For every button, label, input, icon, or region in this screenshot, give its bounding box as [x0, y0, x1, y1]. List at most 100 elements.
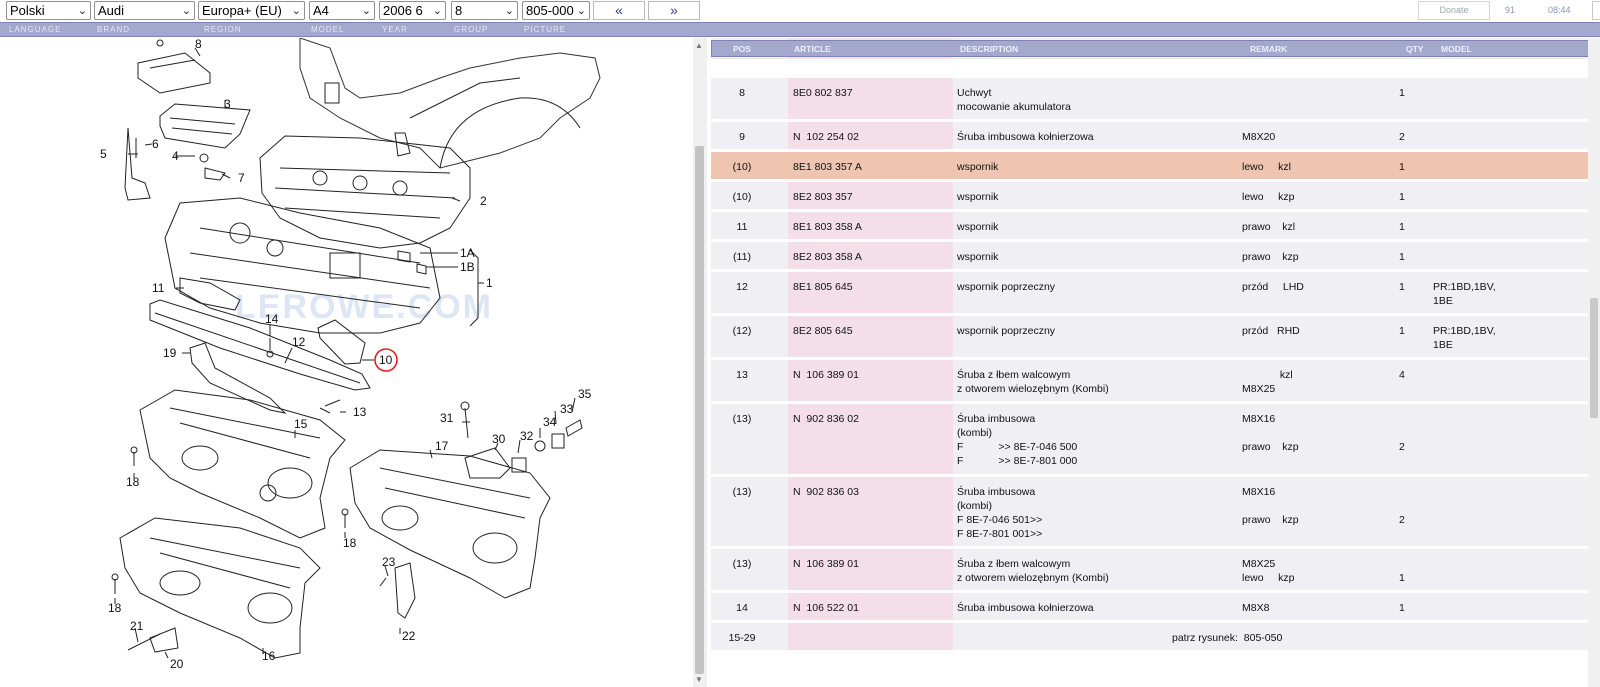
callout-label: 11	[152, 281, 165, 295]
remark-cell: prawo kzl	[1242, 221, 1296, 233]
table-row[interactable]: (13) N 902 836 02 Śruba imbusowa (kombi) F…	[711, 404, 1597, 477]
table-row[interactable]: 13 N 106 389 01 Śruba z łbem walcowym z ot…	[711, 360, 1597, 404]
article-cell[interactable]: 8E2 805 645	[793, 324, 853, 338]
diagram-scrollbar[interactable]: ▲ ▼	[693, 38, 707, 687]
col-header-remark: REMARK	[1250, 44, 1288, 54]
callout-label: 17	[435, 439, 449, 453]
table-row[interactable]: 11 8E1 803 358 A wspornik prawo kzl 1	[711, 212, 1597, 242]
description-cell: wspornik	[957, 161, 999, 173]
description-cell: Uchwyt mocowanie akumulatora	[957, 87, 1071, 113]
callout-label: 18	[108, 601, 122, 615]
table-row[interactable]: (11) 8E2 803 358 A wspornik prawo kzp 1	[711, 242, 1597, 272]
article-cell[interactable]: N 106 522 01	[793, 601, 859, 615]
prev-picture-button[interactable]: «	[593, 1, 645, 20]
article-cell[interactable]: 8E1 803 357 A	[793, 160, 862, 174]
table-scrollbar[interactable]	[1588, 38, 1600, 687]
table-row[interactable]: (13) N 902 836 03 Śruba imbusowa (kombi) F…	[711, 477, 1597, 549]
table-row[interactable]: (10) 8E1 803 357 A wspornik lewo kzl 1	[711, 152, 1597, 182]
qty-cell: 2	[1399, 514, 1405, 526]
pos-cell: (10)	[732, 191, 752, 203]
parts-table-pane: (7)8E0 803 401ogranicznikkzp188E0 802 83…	[711, 38, 1598, 687]
scroll-down-arrow-icon[interactable]: ▼	[695, 675, 703, 684]
year-select[interactable]: 2006 6 ⌄	[379, 1, 446, 20]
remark-cell: M8X8	[1242, 602, 1270, 614]
table-row[interactable]: 8 8E0 802 837 Uchwyt mocowanie akumulatora…	[711, 78, 1597, 122]
pos-cell: (13)	[732, 558, 752, 570]
chevron-down-icon: ⌄	[432, 5, 442, 17]
parts-diagram-pane: LEROWE.COM 8 3 6 5 4 7 2 1A 1B 1 11 14 1…	[0, 38, 693, 687]
next-picture-button[interactable]: »	[648, 1, 700, 20]
article-cell[interactable]: 8E0 802 837	[793, 86, 853, 100]
qty-cell: 1	[1399, 572, 1405, 584]
picture-label: PICTURE	[524, 25, 567, 34]
model-cell: PR:1BD,1BV, 1BE	[1433, 281, 1496, 307]
remark-cell: prawo kzp	[1242, 251, 1299, 263]
article-cell[interactable]: 8E2 803 357	[793, 190, 853, 204]
remark-cell: przód RHD	[1242, 325, 1300, 337]
callout-label: 15	[294, 417, 308, 431]
callout-label: 33	[560, 402, 574, 416]
callout-label: 5	[100, 147, 107, 161]
counter-value: 91	[1505, 5, 1516, 15]
callout-label: 31	[440, 411, 454, 425]
selector-labels-bar: LANGUAGE BRAND REGION MODEL YEAR GROUP P…	[0, 22, 1600, 37]
pos-cell: (13)	[732, 486, 752, 498]
table-row[interactable]: 14 N 106 522 01 Śruba imbusowa kołnierzowa…	[711, 593, 1597, 623]
region-select[interactable]: Europa+ (EU) ⌄	[198, 1, 305, 20]
callout-label: 1A	[460, 246, 475, 260]
brand-select[interactable]: Audi ⌄	[94, 1, 195, 20]
col-header-description: DESCRIPTION	[960, 44, 1019, 54]
table-scrollbar-thumb[interactable]	[1590, 298, 1598, 418]
group-value: 8	[455, 3, 463, 18]
article-cell[interactable]: 8E1 803 358 A	[793, 220, 862, 234]
callout-label: 16	[262, 649, 276, 663]
clock-value: 08:44	[1548, 5, 1571, 15]
table-row[interactable]: 12 8E1 805 645 wspornik poprzeczny przód LH…	[711, 272, 1597, 316]
description-cell: wspornik	[957, 221, 999, 233]
table-row[interactable]: (13) N 106 389 01 Śruba z łbem walcowym z …	[711, 549, 1597, 593]
chevron-down-icon: ⌄	[77, 5, 87, 17]
callout-label: 1B	[460, 260, 475, 274]
col-header-qty: QTY	[1406, 44, 1424, 54]
diagram-scrollbar-thumb[interactable]	[695, 146, 704, 674]
qty-cell: 1	[1399, 87, 1405, 99]
article-cell[interactable]: N 902 836 03	[793, 485, 859, 499]
description-cell: Śruba imbusowa (kombi) F 8E-7-046 501>> …	[957, 486, 1043, 540]
model-select[interactable]: A4 ⌄	[309, 1, 375, 20]
remark-cell: M8X16 prawo kzp	[1242, 486, 1299, 526]
article-cell[interactable]: N 902 836 02	[793, 412, 859, 426]
donate-button[interactable]: Donate	[1418, 1, 1490, 20]
article-cell[interactable]: N 106 389 01	[793, 557, 859, 571]
description-cell: Śruba z łbem walcowym z otworem wielozęb…	[957, 558, 1109, 584]
remark-cell: M8X16 prawo kzp	[1242, 413, 1299, 453]
group-select[interactable]: 8 ⌄	[451, 1, 518, 20]
description-cell: wspornik	[957, 251, 999, 263]
remark-cell[interactable]: patrz rysunek: 805-050	[1172, 631, 1282, 645]
article-cell[interactable]: 8E1 805 645	[793, 280, 853, 294]
top-toolbar: Polski ⌄ Audi ⌄ Europa+ (EU) ⌄ A4 ⌄ 2006…	[0, 0, 1600, 22]
remark-cell: M8X25 lewo kzp	[1242, 558, 1295, 584]
description-cell: wspornik poprzeczny	[957, 281, 1056, 293]
table-row[interactable]: (10) 8E2 803 357 wspornik lewo kzp 1	[711, 182, 1597, 212]
article-cell[interactable]: N 106 389 01	[793, 368, 859, 382]
article-cell[interactable]: N 102 254 02	[793, 130, 859, 144]
table-row[interactable]: 15-29 patrz rysunek: 805-050	[711, 623, 1597, 653]
scroll-up-arrow-icon[interactable]: ▲	[695, 41, 703, 50]
qty-cell: 1	[1399, 281, 1405, 293]
article-cell[interactable]: 8E2 803 358 A	[793, 250, 862, 264]
region-label: REGION	[204, 25, 242, 34]
description-cell: Śruba imbusowa kołnierzowa	[957, 602, 1094, 614]
edge-control[interactable]	[1592, 1, 1600, 20]
qty-cell: 2	[1399, 441, 1405, 453]
picture-select[interactable]: 805-000 ⌄	[522, 1, 590, 20]
language-select[interactable]: Polski ⌄	[6, 1, 91, 20]
table-row[interactable]: (12) 8E2 805 645 wspornik poprzeczny przód …	[711, 316, 1597, 360]
callout-label: 6	[152, 137, 159, 151]
col-header-pos: POS	[733, 44, 751, 54]
brand-value: Audi	[98, 3, 125, 18]
chevron-down-icon: ⌄	[504, 5, 514, 17]
year-value: 2006 6	[383, 3, 423, 18]
table-row[interactable]: 9 N 102 254 02 Śruba imbusowa kołnierzowa M…	[711, 122, 1597, 152]
year-label: YEAR	[382, 25, 408, 34]
chevron-down-icon: ⌄	[291, 5, 301, 17]
